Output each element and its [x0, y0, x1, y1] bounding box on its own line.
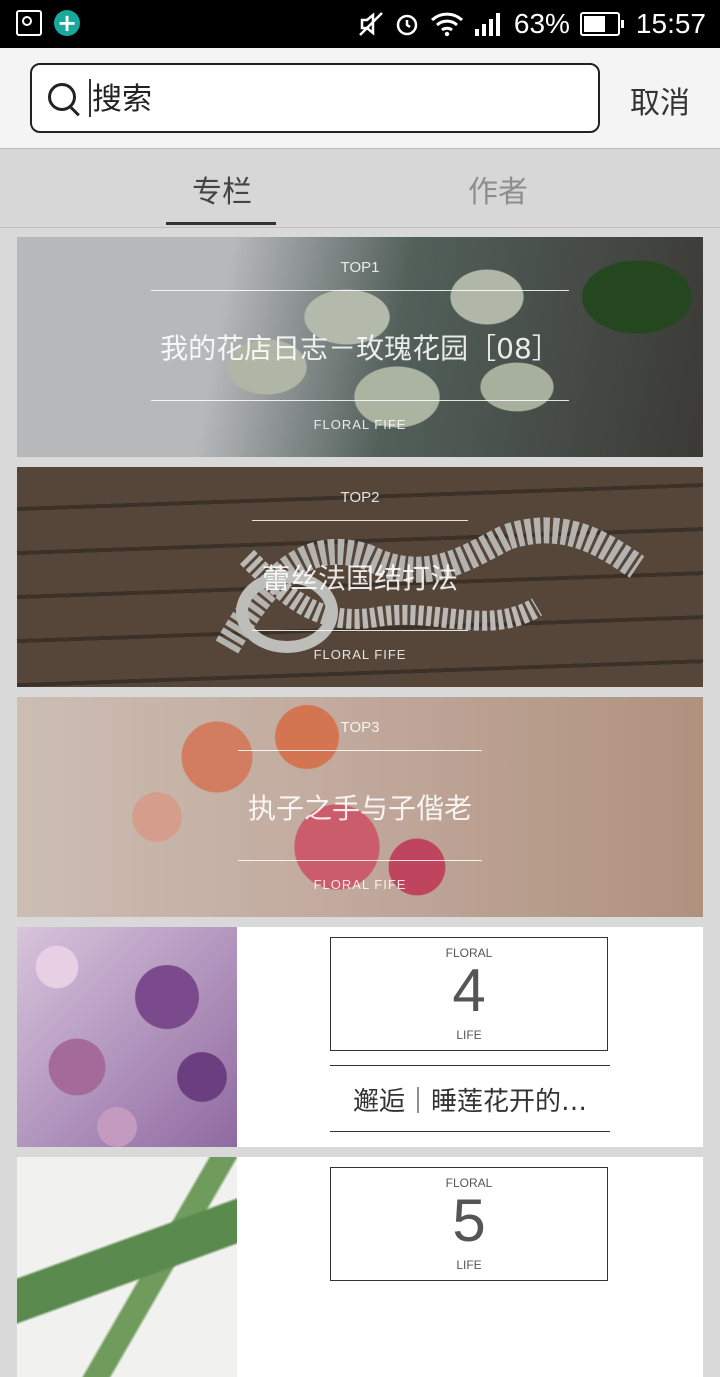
- banner-footer: FLORAL FIFE: [313, 877, 407, 892]
- active-tab-indicator: [166, 222, 276, 225]
- tab-authors[interactable]: 作者: [468, 167, 528, 211]
- divider: [252, 520, 468, 521]
- issue-number-box: FLORAL 4 LIFE: [330, 937, 608, 1051]
- cactus-thumbnail: [17, 1157, 237, 1377]
- search-header: 取消: [0, 48, 720, 149]
- battery-percent: 63%: [513, 8, 570, 39]
- search-box[interactable]: [30, 63, 600, 133]
- list-item[interactable]: FLORAL 5 LIFE: [17, 1157, 703, 1377]
- list-item[interactable]: FLORAL 4 LIFE 邂逅｜睡莲花开的…: [17, 927, 703, 1147]
- mute-icon: [358, 12, 383, 36]
- add-circle-icon: +: [54, 10, 80, 36]
- divider: [252, 630, 468, 631]
- issue-number: 5: [452, 1187, 486, 1254]
- banner-footer: FLORAL FIFE: [313, 647, 407, 662]
- flower-thumbnail: [17, 927, 237, 1147]
- banner-title: 执子之手与子偕老: [247, 792, 472, 825]
- alarm-icon: [396, 14, 418, 36]
- banner-card-top1[interactable]: TOP1 我的花店日志－玫瑰花园［08］ FLORAL FIFE: [17, 237, 703, 457]
- banner-card-top2[interactable]: TOP2 蕾丝法国结打法 FLORAL FIFE: [17, 467, 703, 687]
- issue-number-box: FLORAL 5 LIFE: [330, 1167, 608, 1281]
- wifi-icon: [430, 12, 463, 37]
- banner-footer: FLORAL FIFE: [313, 417, 407, 432]
- banner-title: 我的花店日志－玫瑰花园［08］: [160, 332, 560, 365]
- banner-rank: TOP2: [340, 489, 380, 506]
- banner-rank: TOP1: [340, 259, 380, 276]
- issue-number: 4: [452, 957, 486, 1024]
- banner-rank: TOP3: [340, 719, 380, 736]
- life-label: LIFE: [456, 1258, 482, 1272]
- image-icon: [16, 10, 42, 36]
- divider: [151, 290, 569, 291]
- divider: [238, 860, 482, 861]
- list-item-title: 邂逅｜睡莲花开的…: [352, 1087, 587, 1117]
- tab-columns[interactable]: 专栏: [192, 167, 252, 211]
- divider: [330, 1131, 610, 1132]
- tab-bar: 专栏 作者: [0, 149, 720, 228]
- search-icon: [48, 83, 76, 111]
- battery-icon: [579, 12, 624, 36]
- banner-card-top3[interactable]: TOP3 执子之手与子偕老 FLORAL FIFE: [17, 697, 703, 917]
- cancel-button[interactable]: 取消: [630, 78, 690, 122]
- divider: [238, 750, 482, 751]
- clock-time: 15:57: [635, 8, 706, 39]
- divider: [330, 1065, 610, 1066]
- banner-title: 蕾丝法国结打法: [261, 562, 458, 595]
- signal-icon: [474, 13, 500, 36]
- life-label: LIFE: [456, 1028, 482, 1042]
- divider: [151, 400, 569, 401]
- status-bar: + 63% 15:57: [0, 0, 720, 48]
- search-input[interactable]: [90, 76, 574, 122]
